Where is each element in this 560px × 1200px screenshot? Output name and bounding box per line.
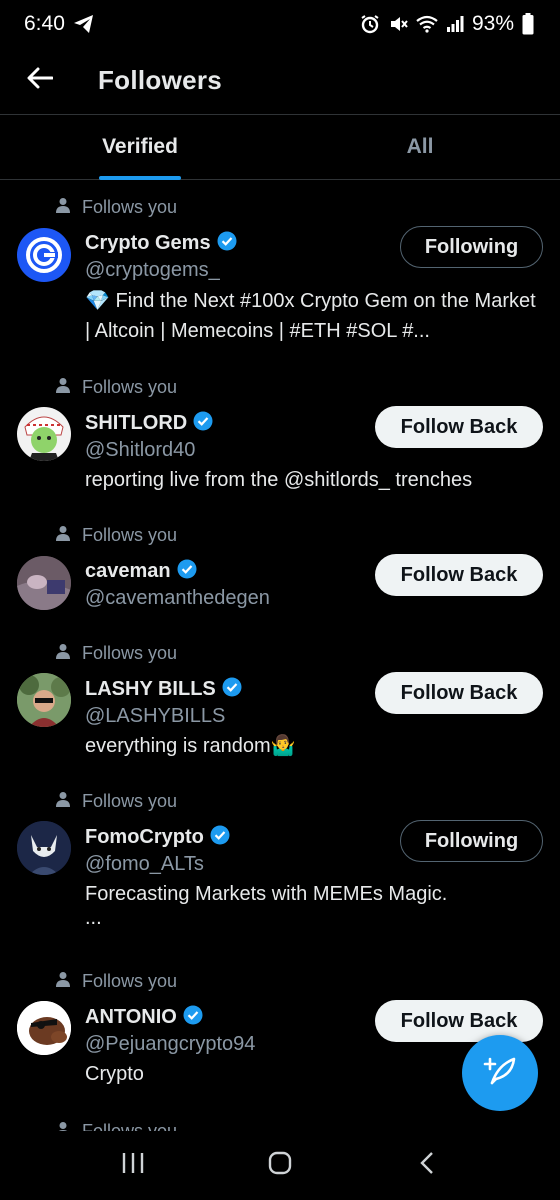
person-icon — [56, 971, 70, 992]
list-item[interactable]: Follows you — [0, 1103, 560, 1131]
display-name[interactable]: ANTONIO — [85, 1006, 177, 1029]
follows-you-label: Follows you — [56, 1121, 177, 1131]
bio: 💎 Find the Next #100x Crypto Gem on the … — [85, 290, 536, 342]
mute-icon — [388, 14, 408, 34]
home-button[interactable] — [240, 1136, 320, 1196]
avatar[interactable] — [17, 407, 71, 461]
bio: reporting live from the @shitlords_ tren… — [85, 469, 473, 491]
back-icon — [419, 1151, 435, 1180]
person-icon — [56, 643, 70, 664]
follows-you-label: Follows you — [56, 971, 177, 992]
name-row: SHITLORD — [85, 411, 213, 436]
recents-icon — [121, 1152, 145, 1179]
follows-you-label: Follows you — [56, 377, 177, 398]
display-name[interactable]: SHITLORD — [85, 412, 187, 435]
follows-you-label: Follows you — [56, 197, 177, 218]
list-item[interactable]: Follows you SHITLORD @Shitlord40 reporti… — [0, 361, 560, 509]
tab-bar: Verified All — [0, 114, 560, 180]
tab-all[interactable]: All — [280, 115, 560, 179]
handle: @cavemanthedegen — [85, 587, 270, 609]
following-button[interactable]: Following — [400, 226, 543, 268]
display-name[interactable]: Crypto Gems — [85, 232, 211, 255]
tab-all-label: All — [406, 135, 434, 158]
handle: @fomo_ALTs — [85, 853, 204, 875]
battery-icon — [522, 13, 534, 35]
verified-badge-icon — [177, 559, 197, 584]
arrow-left-icon — [27, 67, 54, 94]
battery-percent: 93% — [471, 12, 514, 35]
status-bar: 6:40 93% — [0, 0, 560, 48]
name-row: Crypto Gems — [85, 231, 237, 256]
follows-you-label: Follows you — [56, 643, 177, 664]
handle: @LASHYBILLS — [85, 705, 226, 727]
person-icon — [56, 197, 70, 218]
handle: @Pejuangcrypto94 — [85, 1033, 256, 1055]
bio: everything is random🤷‍♂️ — [85, 735, 296, 757]
name-row: LASHY BILLS — [85, 677, 242, 702]
handle: @cryptogems_ — [85, 259, 220, 281]
name-row: ANTONIO — [85, 1005, 203, 1030]
person-icon — [56, 377, 70, 398]
list-item[interactable]: Follows you Crypto Gems @cryptogems_ 💎 F… — [0, 181, 560, 361]
handle: @Shitlord40 — [85, 439, 196, 461]
avatar[interactable] — [17, 228, 71, 282]
bio-more: ... — [85, 907, 102, 929]
recents-button[interactable] — [93, 1136, 173, 1196]
compose-icon — [482, 1053, 518, 1094]
name-row: FomoCrypto — [85, 825, 230, 850]
list-item[interactable]: Follows you caveman @cavemanthedegen Fol… — [0, 509, 560, 627]
display-name[interactable]: caveman — [85, 560, 171, 583]
verified-badge-icon — [193, 411, 213, 436]
follow-back-button[interactable]: Follow Back — [375, 1000, 543, 1042]
avatar[interactable] — [17, 556, 71, 610]
person-icon — [56, 525, 70, 546]
alarm-icon — [360, 14, 380, 34]
follow-back-button[interactable]: Follow Back — [375, 672, 543, 714]
back-button[interactable] — [12, 52, 68, 108]
name-row: caveman — [85, 559, 197, 584]
telegram-icon — [73, 14, 95, 34]
display-name[interactable]: FomoCrypto — [85, 826, 204, 849]
avatar[interactable] — [17, 821, 71, 875]
follow-back-button[interactable]: Follow Back — [375, 554, 543, 596]
page-title: Followers — [98, 64, 223, 95]
verified-badge-icon — [183, 1005, 203, 1030]
home-icon — [268, 1151, 292, 1180]
tab-verified-label: Verified — [102, 135, 178, 158]
display-name[interactable]: LASHY BILLS — [85, 678, 216, 701]
tab-verified[interactable]: Verified — [0, 115, 280, 180]
list-item[interactable]: Follows you LASHY BILLS @LASHYBILLS ever… — [0, 627, 560, 775]
wifi-icon — [416, 15, 438, 33]
followers-list[interactable]: Follows you Crypto Gems @cryptogems_ 💎 F… — [0, 181, 560, 1131]
person-icon — [56, 1121, 70, 1131]
verified-badge-icon — [222, 677, 242, 702]
avatar[interactable] — [17, 673, 71, 727]
following-button[interactable]: Following — [400, 820, 543, 862]
verified-badge-icon — [217, 231, 237, 256]
active-tab-indicator — [99, 176, 181, 180]
avatar[interactable] — [17, 1001, 71, 1055]
follows-you-label: Follows you — [56, 791, 177, 812]
list-item[interactable]: Follows you FomoCrypto @fomo_ALTs Foreca… — [0, 775, 560, 955]
signal-icon — [446, 15, 464, 33]
status-time: 6:40 — [24, 12, 65, 35]
follows-you-label: Follows you — [56, 525, 177, 546]
compose-button[interactable] — [462, 1035, 538, 1111]
system-back-button[interactable] — [387, 1136, 467, 1196]
top-app-bar: Followers — [0, 52, 560, 108]
follow-back-button[interactable]: Follow Back — [375, 406, 543, 448]
system-nav-bar — [0, 1131, 560, 1200]
person-icon — [56, 791, 70, 812]
verified-badge-icon — [210, 825, 230, 850]
